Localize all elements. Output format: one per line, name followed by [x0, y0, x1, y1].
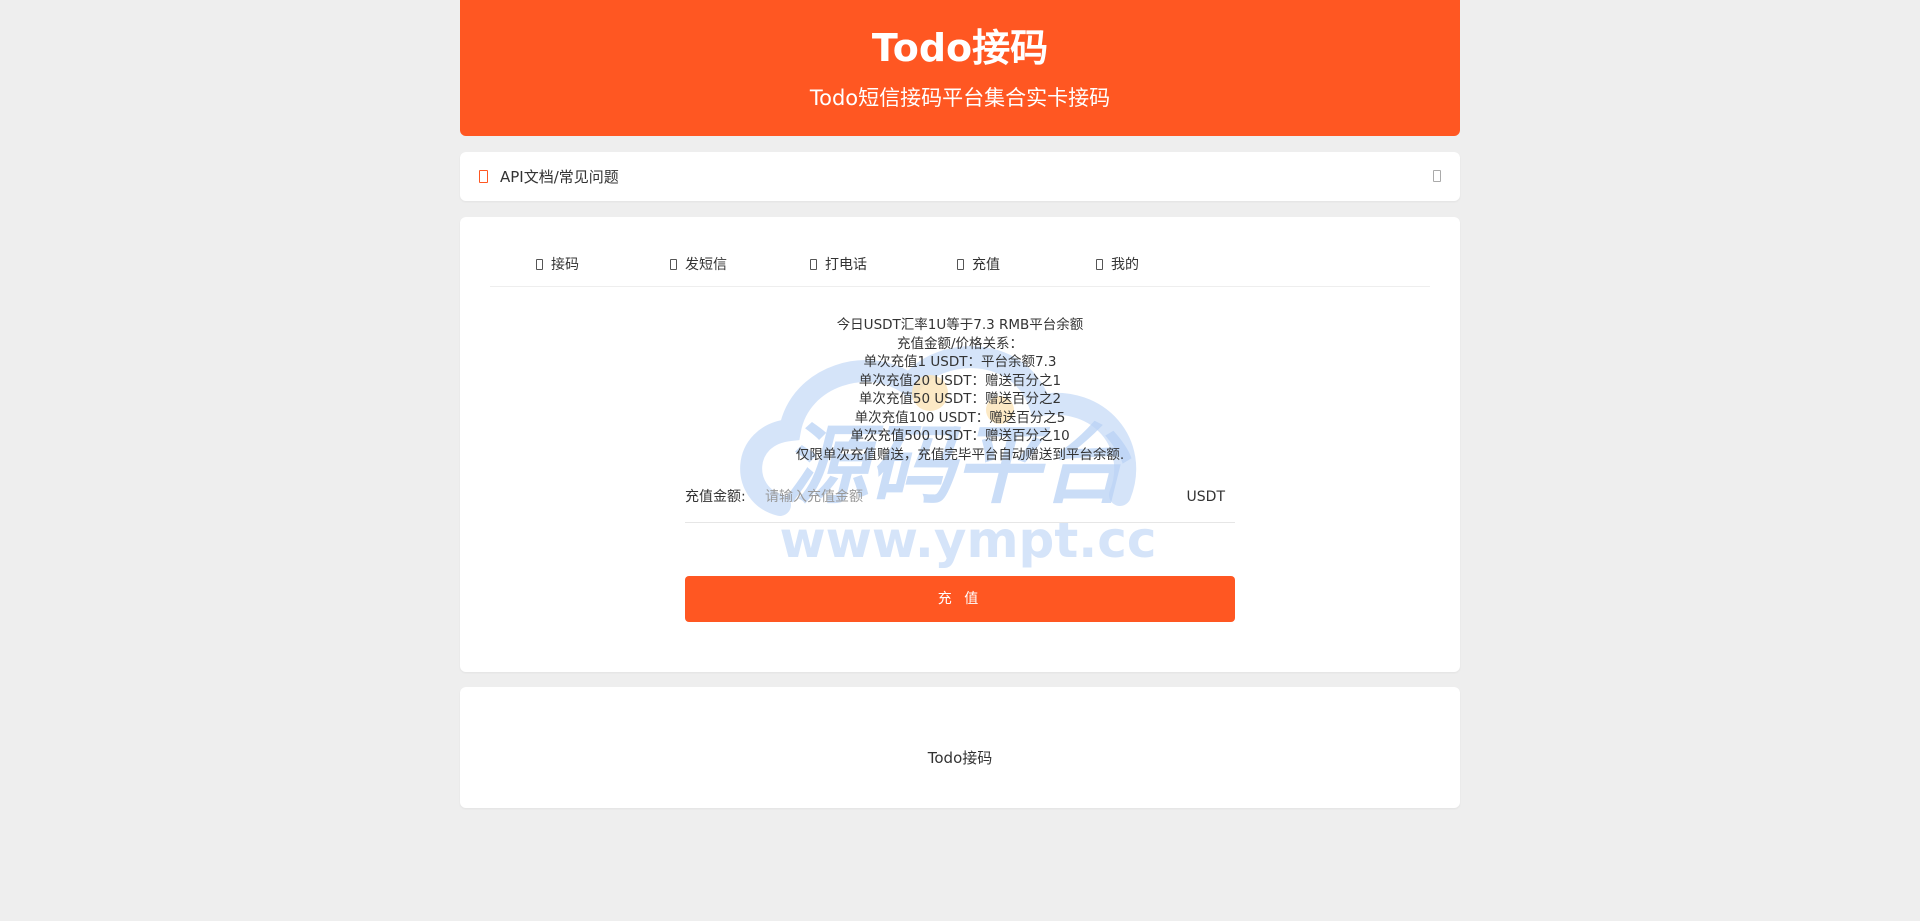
recharge-icon [957, 259, 964, 270]
notice-bar[interactable]: API文档/常见问题 [460, 152, 1460, 201]
amount-input[interactable] [765, 485, 1165, 509]
tab-label: 打电话 [825, 257, 867, 273]
sms-icon [536, 259, 543, 270]
footer-card: Todo接码 [460, 687, 1460, 808]
info-line: 今日USDT汇率1U等于7.3 RMB平台余额 [836, 317, 1084, 333]
tab-bar: 接码 发短信 打电话 充值 我的 [490, 217, 1430, 287]
tab-mine[interactable]: 我的 [1096, 255, 1139, 275]
info-line: 充值金额/价格关系： [896, 335, 1024, 352]
chevron-right-icon[interactable] [1433, 170, 1441, 182]
info-line: 单次充值20 USDT：赠送百分之1 [858, 372, 1062, 389]
footer-text: Todo接码 [927, 749, 993, 767]
tab-label: 充值 [972, 257, 1000, 273]
tab-label: 我的 [1111, 257, 1139, 273]
send-icon [670, 259, 677, 270]
tab-send-sms[interactable]: 发短信 [670, 255, 727, 275]
phone-icon [810, 259, 817, 270]
bell-icon [479, 170, 488, 183]
info-line: 仅限单次充值赠送，充值完毕平台自动赠送到平台余额. [795, 446, 1125, 463]
tab-receive-code[interactable]: 接码 [536, 255, 579, 275]
recharge-info: 今日USDT汇率1U等于7.3 RMB平台余额 充值金额/价格关系： 单次充值1… [460, 316, 1460, 464]
page-header: Todo接码 Todo短信接码平台集合实卡接码 [460, 0, 1460, 136]
info-line: 单次充值50 USDT：赠送百分之2 [858, 391, 1062, 407]
tab-label: 接码 [551, 257, 579, 273]
tab-call[interactable]: 打电话 [810, 255, 867, 275]
user-icon [1096, 259, 1103, 270]
tab-recharge[interactable]: 充值 [957, 255, 1000, 275]
unit-label: USDT [1186, 489, 1225, 505]
amount-label: 充值金额: [685, 489, 746, 505]
notice-link[interactable]: API文档/常见问题 [500, 167, 619, 187]
info-line: 单次充值100 USDT：赠送百分之5 [854, 409, 1066, 426]
info-line: 单次充值500 USDT：赠送百分之10 [850, 428, 1070, 444]
recharge-panel: 接码 发短信 打电话 充值 我的 源码平台 www.ympt.cc 今日USDT… [460, 217, 1460, 672]
page-title: Todo接码 [871, 26, 1049, 70]
page-subtitle: Todo短信接码平台集合实卡接码 [809, 86, 1111, 110]
amount-row: 充值金额: USDT [685, 485, 1235, 523]
tab-label: 发短信 [685, 257, 727, 273]
info-line: 单次充值1 USDT：平台余额7.3 [863, 354, 1057, 370]
recharge-button[interactable]: 充 值 [685, 576, 1235, 622]
